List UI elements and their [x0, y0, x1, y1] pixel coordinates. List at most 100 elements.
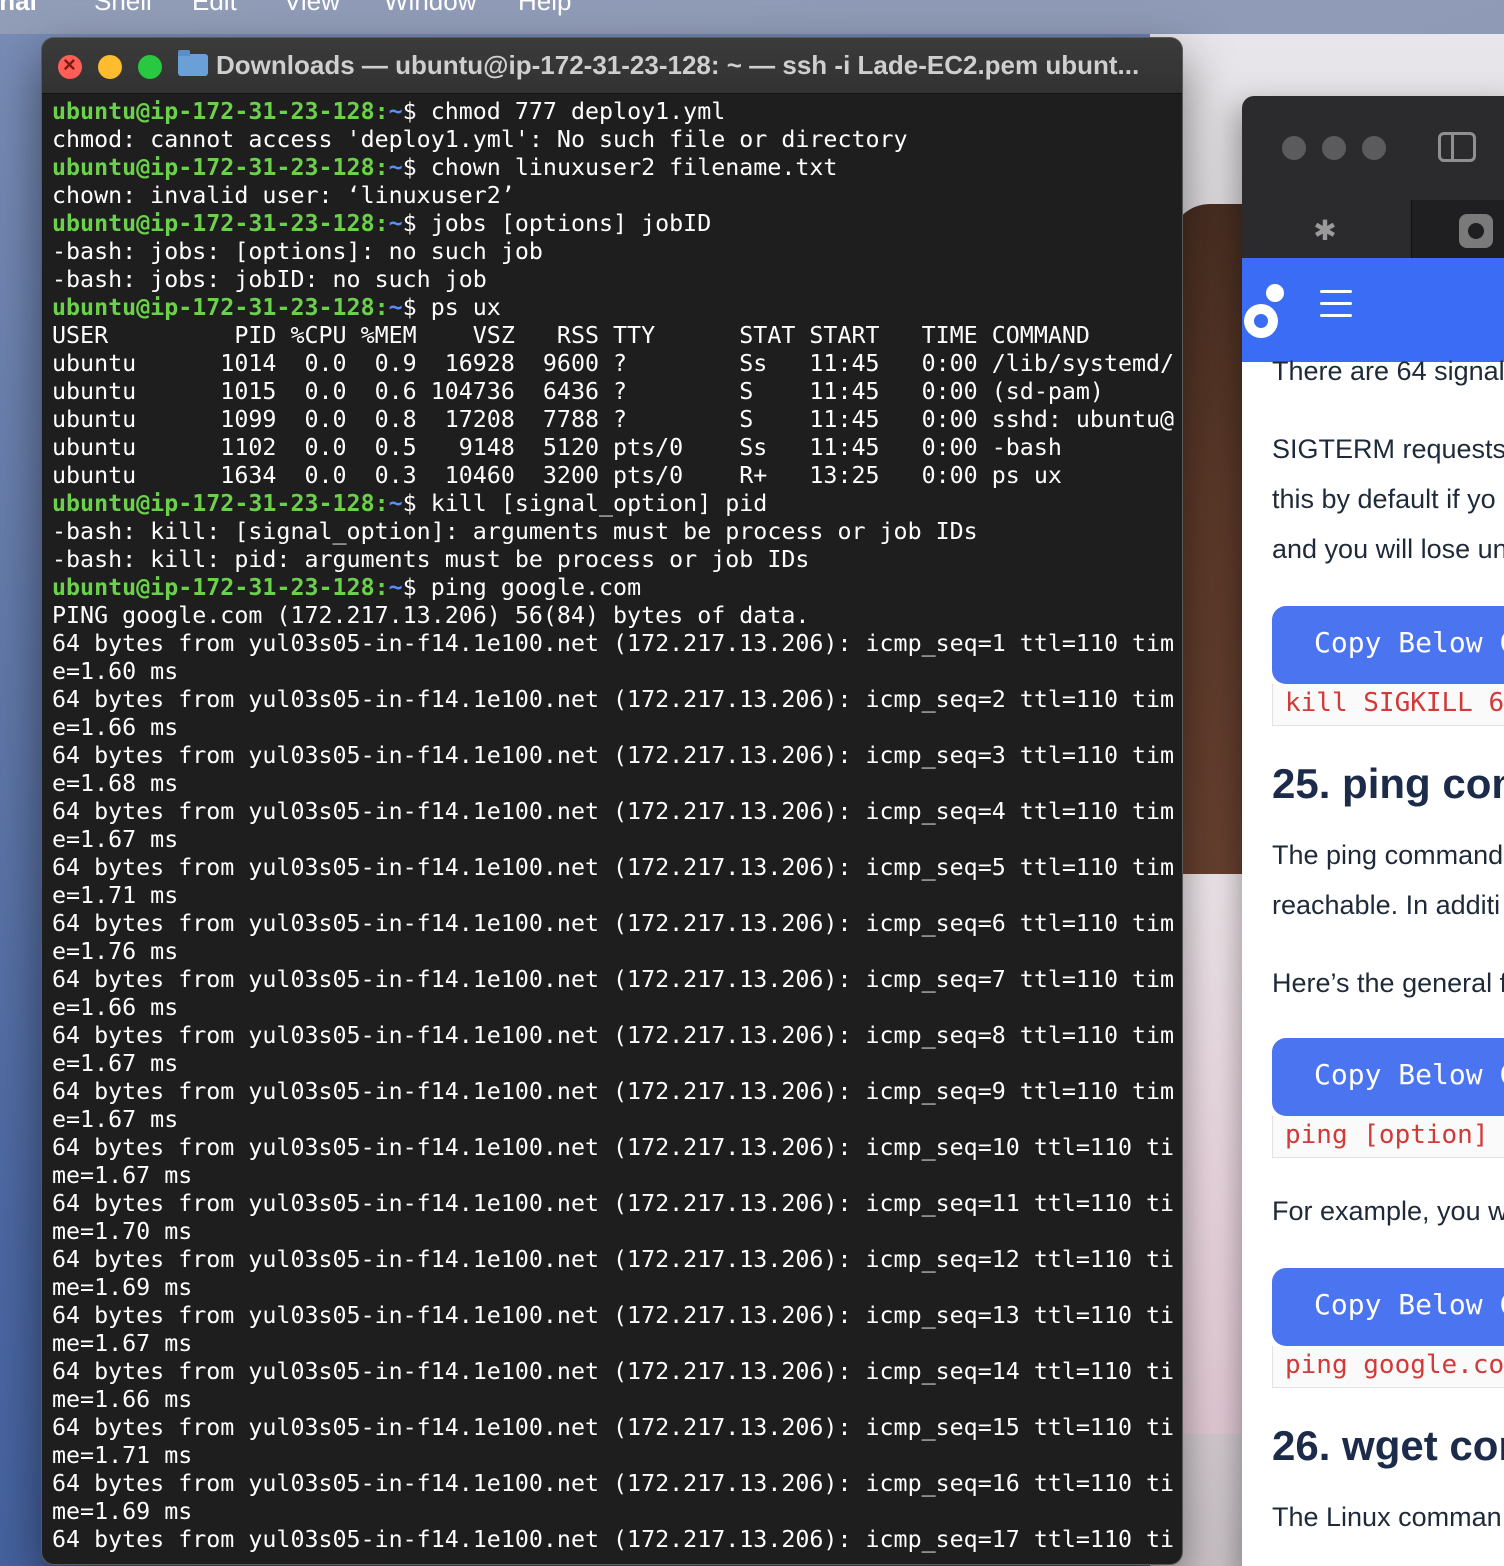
- article-paragraph: SIGTERM requests: [1272, 434, 1504, 464]
- terminal-prompt-line: ubuntu@ip-172-31-23-128:~$ kill [signal_…: [52, 490, 1176, 518]
- prompt-path: ~: [388, 154, 403, 181]
- browser-titlebar: [1242, 96, 1504, 200]
- terminal-output-line: e=1.68 ms: [52, 770, 179, 797]
- prompt-user: ubuntu@ip-172-31-23-128:: [52, 154, 389, 181]
- terminal-output-line: me=1.71 ms: [52, 1442, 193, 1469]
- menu-shell[interactable]: Shell: [94, 0, 152, 17]
- menu-view[interactable]: View: [284, 0, 340, 17]
- terminal-output-line: 64 bytes from yul03s05-in-f14.1e100.net …: [52, 1078, 1175, 1105]
- section-heading: 26. wget com: [1272, 1422, 1504, 1469]
- prompt-path: ~: [388, 98, 403, 125]
- sidebar-toggle-icon[interactable]: [1438, 132, 1476, 162]
- site-logo[interactable]: [1244, 284, 1284, 342]
- terminal-output-line: 64 bytes from yul03s05-in-f14.1e100.net …: [52, 1302, 1175, 1329]
- terminal-output-line: e=1.66 ms: [52, 714, 179, 741]
- terminal-output-line: 64 bytes from yul03s05-in-f14.1e100.net …: [52, 1358, 1175, 1385]
- slack-icon: ✱: [1313, 215, 1337, 246]
- terminal-titlebar[interactable]: Downloads — ubuntu@ip-172-31-23-128: ~ —…: [42, 38, 1182, 94]
- terminal-prompt-line: ubuntu@ip-172-31-23-128:~$ jobs [options…: [52, 210, 1176, 238]
- terminal-output-line: ubuntu 1102 0.0 0.5 9148 5120 pts/0 Ss 1…: [52, 434, 1062, 461]
- prompt-path: ~: [388, 294, 403, 321]
- code-block: ping [option]: [1272, 1116, 1504, 1158]
- terminal-output-line: 64 bytes from yul03s05-in-f14.1e100.net …: [52, 1470, 1175, 1497]
- menu-help[interactable]: Help: [518, 0, 571, 17]
- browser-close-button[interactable]: [1282, 136, 1306, 160]
- terminal-output-line: e=1.67 ms: [52, 1106, 179, 1133]
- prompt-path: ~: [388, 574, 403, 601]
- folder-icon: [178, 50, 208, 76]
- terminal-output-line: -bash: jobs: jobID: no such job: [52, 266, 487, 293]
- terminal-output-line: 64 bytes from yul03s05-in-f14.1e100.net …: [52, 1246, 1175, 1273]
- terminal-output-line: 64 bytes from yul03s05-in-f14.1e100.net …: [52, 910, 1175, 937]
- code-text: ping [option]: [1285, 1120, 1489, 1150]
- article-paragraph: For example, you w: [1272, 1196, 1504, 1226]
- copy-button-label: Copy Below C: [1314, 626, 1504, 659]
- terminal-output-line: chmod: cannot access 'deploy1.yml': No s…: [52, 126, 908, 153]
- terminal-prompt-line: ubuntu@ip-172-31-23-128:~$ ping google.c…: [52, 574, 1176, 602]
- terminal-output-line: PING google.com (172.217.13.206) 56(84) …: [52, 602, 810, 629]
- terminal-output-line: 64 bytes from yul03s05-in-f14.1e100.net …: [52, 1134, 1175, 1161]
- article-paragraph: The Linux comman: [1272, 1502, 1502, 1532]
- terminal-prompt-line: ubuntu@ip-172-31-23-128:~$ ps ux: [52, 294, 1176, 322]
- tab-slack[interactable]: ✱: [1242, 200, 1412, 258]
- article-paragraph: this by default if yo: [1272, 484, 1496, 514]
- article-paragraph: There are 64 signal: [1272, 356, 1504, 386]
- terminal-output-line: 64 bytes from yul03s05-in-f14.1e100.net …: [52, 854, 1175, 881]
- window-title: Downloads — ubuntu@ip-172-31-23-128: ~ —…: [216, 50, 1140, 80]
- prompt-command: $ ping google.com: [402, 574, 642, 601]
- terminal-output-line: me=1.70 ms: [52, 1218, 193, 1245]
- terminal-output-line: e=1.66 ms: [52, 994, 179, 1021]
- terminal-output-line: me=1.67 ms: [52, 1330, 193, 1357]
- prompt-command: $ chown linuxuser2 filename.txt: [402, 154, 838, 181]
- prompt-user: ubuntu@ip-172-31-23-128:: [52, 574, 389, 601]
- prompt-command: $ kill [signal_option] pid: [402, 490, 768, 517]
- minimize-button[interactable]: [98, 55, 122, 79]
- prompt-path: ~: [388, 210, 403, 237]
- menu-app-name[interactable]: inal: [0, 0, 37, 17]
- zoom-button[interactable]: [138, 55, 162, 79]
- terminal-output-line: USER PID %CPU %MEM VSZ RSS TTY STAT STAR…: [52, 322, 1090, 349]
- copy-code-button[interactable]: Copy Below C: [1272, 1268, 1504, 1346]
- browser-zoom-button[interactable]: [1362, 136, 1386, 160]
- menu-edit[interactable]: Edit: [192, 0, 237, 17]
- prompt-user: ubuntu@ip-172-31-23-128:: [52, 490, 389, 517]
- browser-window: ✱ There are 64 signal SIGTERM requests t…: [1242, 96, 1504, 1566]
- copy-button-label: Copy Below C: [1314, 1058, 1504, 1091]
- menu-bar: inal Shell Edit View Window Help: [0, 0, 1504, 34]
- code-text: kill SIGKILL 63: [1285, 688, 1504, 718]
- terminal-output[interactable]: ubuntu@ip-172-31-23-128:~$ chmod 777 dep…: [52, 98, 1176, 1564]
- terminal-output-line: chown: invalid user: ‘linuxuser2’: [52, 182, 515, 209]
- prompt-path: ~: [388, 490, 403, 517]
- hamburger-menu-icon[interactable]: [1320, 290, 1352, 317]
- copy-code-button[interactable]: Copy Below C: [1272, 1038, 1504, 1116]
- browser-minimize-button[interactable]: [1322, 136, 1346, 160]
- site-header: [1242, 258, 1504, 362]
- article-paragraph: Here’s the general f: [1272, 968, 1504, 998]
- terminal-output-line: ubuntu 1634 0.0 0.3 10460 3200 pts/0 R+ …: [52, 462, 1062, 489]
- code-text: ping google.com: [1285, 1350, 1504, 1380]
- terminal-output-line: e=1.67 ms: [52, 826, 179, 853]
- terminal-output-line: -bash: kill: pid: arguments must be proc…: [52, 546, 810, 573]
- menu-window[interactable]: Window: [384, 0, 476, 17]
- terminal-window: Downloads — ubuntu@ip-172-31-23-128: ~ —…: [42, 38, 1182, 1564]
- terminal-output-line: e=1.60 ms: [52, 658, 179, 685]
- code-block: ping google.com: [1272, 1346, 1504, 1388]
- browser-tab-bar: ✱: [1242, 200, 1504, 258]
- terminal-output-line: me=1.67 ms: [52, 1162, 193, 1189]
- prompt-user: ubuntu@ip-172-31-23-128:: [52, 210, 389, 237]
- terminal-output-line: ubuntu 1099 0.0 0.8 17208 7788 ? S 11:45…: [52, 406, 1175, 433]
- terminal-prompt-line: ubuntu@ip-172-31-23-128:~$ chmod 777 dep…: [52, 98, 1176, 126]
- tab-other[interactable]: [1413, 200, 1504, 258]
- article-paragraph: The ping command: [1272, 840, 1504, 870]
- terminal-output-line: e=1.71 ms: [52, 882, 179, 909]
- copy-code-button[interactable]: Copy Below C: [1272, 606, 1504, 684]
- terminal-prompt-line: ubuntu@ip-172-31-23-128:~$ chown linuxus…: [52, 154, 1176, 182]
- prompt-command: $ chmod 777 deploy1.yml: [402, 98, 726, 125]
- close-button[interactable]: [58, 52, 82, 79]
- terminal-output-line: -bash: kill: [signal_option]: arguments …: [52, 518, 978, 545]
- terminal-output-line: me=1.66 ms: [52, 1386, 193, 1413]
- prompt-command: $ ps ux: [402, 294, 501, 321]
- article-content: There are 64 signal SIGTERM requests thi…: [1242, 356, 1504, 1566]
- prompt-user: ubuntu@ip-172-31-23-128:: [52, 98, 389, 125]
- terminal-output-line: 64 bytes from yul03s05-in-f14.1e100.net …: [52, 630, 1175, 657]
